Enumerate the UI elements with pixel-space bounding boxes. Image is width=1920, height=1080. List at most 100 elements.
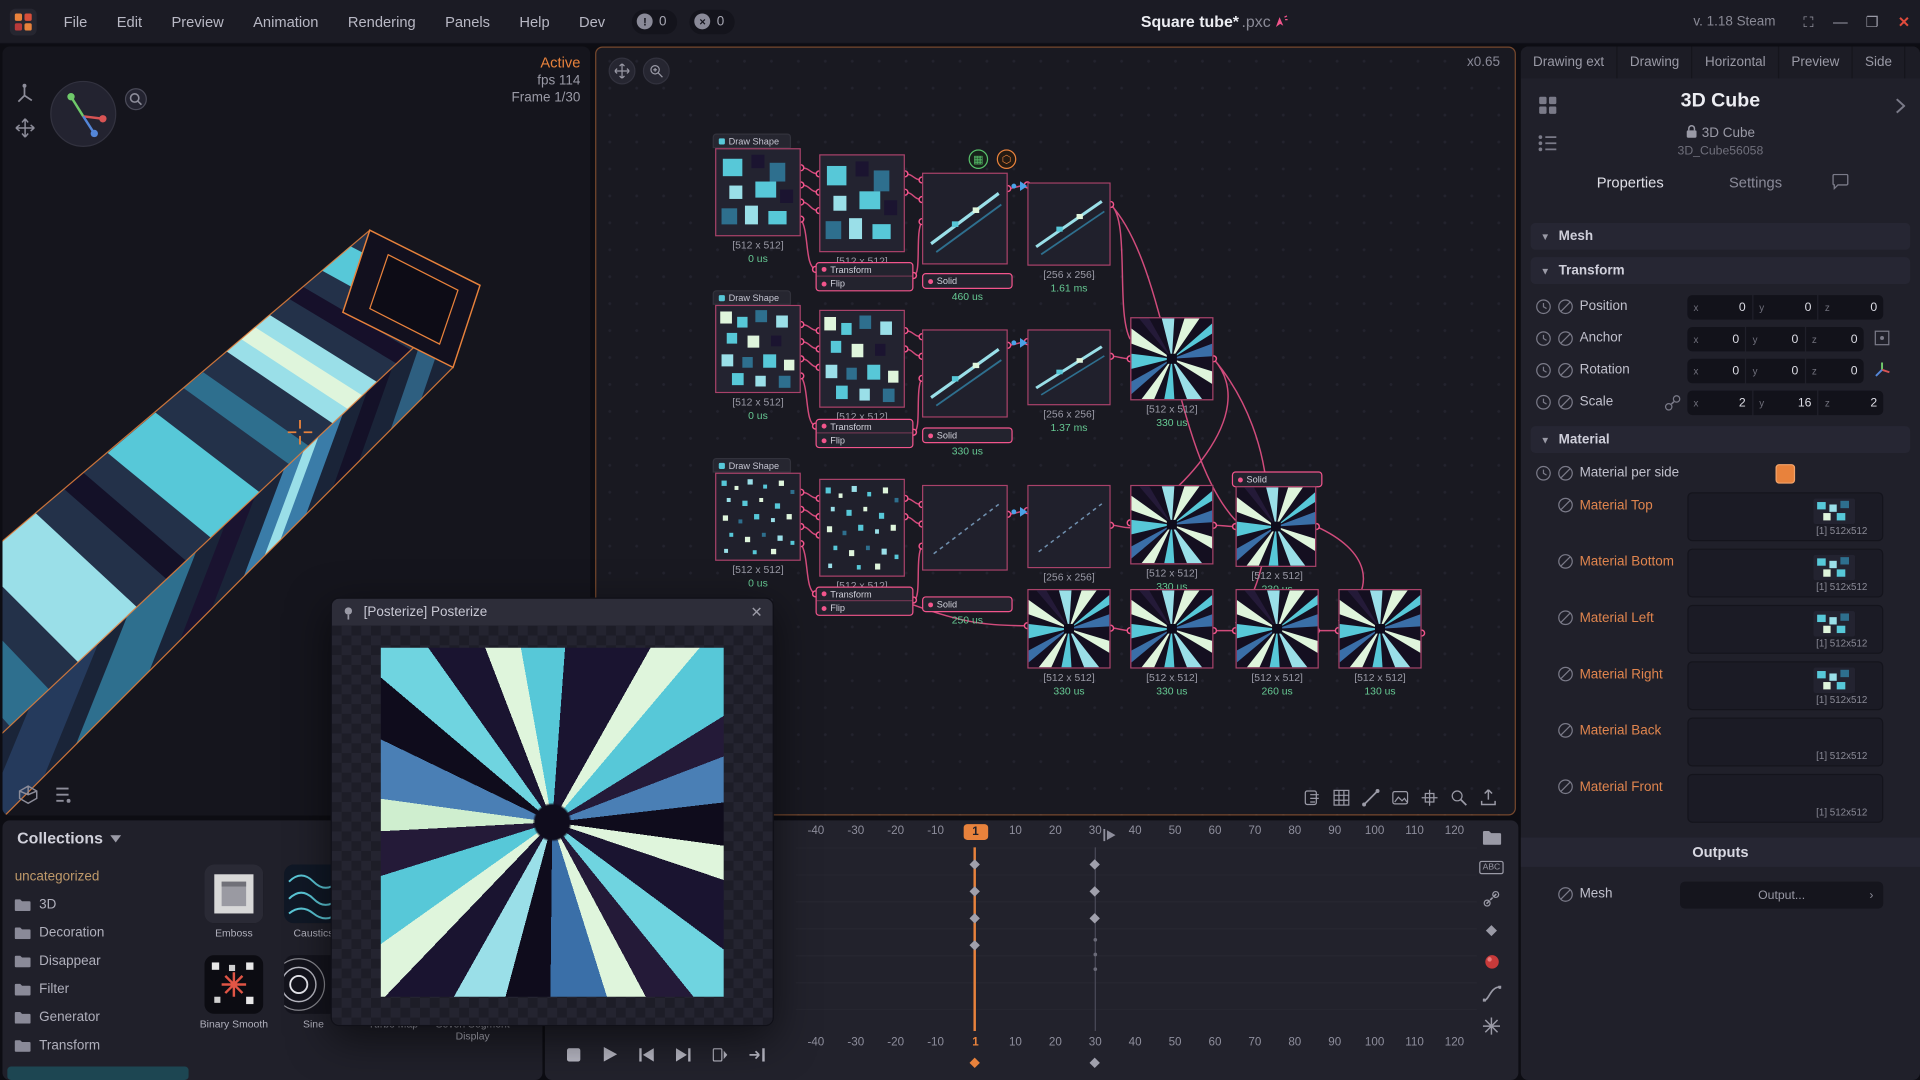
tab-properties[interactable]: Properties bbox=[1597, 174, 1664, 191]
tick[interactable]: 90 bbox=[1315, 1036, 1355, 1049]
preview-toggle-icon[interactable]: ▦ bbox=[969, 149, 989, 169]
value-y[interactable]: 0 bbox=[1792, 332, 1799, 345]
node-thumb-r2c2[interactable] bbox=[819, 310, 905, 408]
pen-icon[interactable] bbox=[1362, 789, 1380, 807]
keyframe-dot[interactable] bbox=[1093, 953, 1097, 957]
dope-sheet[interactable] bbox=[796, 847, 1477, 1031]
node-thumb-r2c1[interactable] bbox=[715, 305, 801, 393]
material-back-input[interactable]: [1] 512x512 bbox=[1687, 718, 1883, 767]
orientation-gizmo[interactable] bbox=[50, 81, 116, 147]
collections-item-partial[interactable] bbox=[7, 1067, 188, 1080]
node-thumb-r2c3[interactable] bbox=[922, 329, 1008, 417]
tick[interactable]: -10 bbox=[916, 824, 956, 840]
image-icon[interactable] bbox=[1391, 789, 1409, 807]
node-thumb-r1c4[interactable] bbox=[1027, 182, 1110, 265]
table-icon[interactable] bbox=[1332, 789, 1350, 807]
node-thumb-r4c2[interactable] bbox=[1130, 589, 1213, 669]
node-transform-flip-r3[interactable]: Transform Flip bbox=[816, 587, 914, 616]
node-solid-r3[interactable]: Solid bbox=[922, 596, 1013, 612]
value-z[interactable]: 0 bbox=[1851, 332, 1858, 345]
tick[interactable]: 70 bbox=[1235, 824, 1275, 840]
tab-horizontal[interactable]: Horizontal bbox=[1693, 47, 1779, 79]
node-header-draw-shape[interactable]: Draw Shape bbox=[713, 133, 791, 148]
menu-edit[interactable]: Edit bbox=[102, 0, 157, 43]
node-thumb-r1c1[interactable] bbox=[715, 148, 801, 236]
rotation-input[interactable]: x0 y0 z0 bbox=[1687, 359, 1863, 383]
node-thumb-r1c3[interactable] bbox=[922, 173, 1008, 265]
viewport-zoom-icon[interactable] bbox=[124, 87, 148, 111]
no-anim-icon[interactable] bbox=[1558, 362, 1574, 378]
history-icon[interactable] bbox=[1536, 394, 1552, 410]
tick[interactable]: 10 bbox=[995, 1036, 1035, 1049]
section-transform[interactable]: ▼Transform bbox=[1531, 257, 1911, 284]
comment-icon[interactable] bbox=[1832, 174, 1849, 190]
collections-header[interactable]: Collections bbox=[17, 829, 121, 847]
tab-drawing-ext[interactable]: Drawing ext bbox=[1521, 47, 1618, 79]
menu-rendering[interactable]: Rendering bbox=[333, 0, 430, 43]
close-button[interactable]: ✕ bbox=[1888, 0, 1920, 43]
text-tool-icon[interactable]: ABC bbox=[1479, 861, 1504, 874]
step-back-button[interactable] bbox=[707, 1041, 734, 1068]
step-forward-button[interactable] bbox=[743, 1041, 770, 1068]
input-socket-icon[interactable] bbox=[1558, 722, 1574, 738]
no-anim-icon[interactable] bbox=[1558, 465, 1574, 481]
node-solid-r1[interactable]: Solid bbox=[922, 273, 1013, 289]
first-frame-button[interactable] bbox=[633, 1041, 660, 1068]
value-z[interactable]: 2 bbox=[1870, 396, 1877, 409]
record-icon[interactable] bbox=[1483, 954, 1499, 970]
node-thumb-r3c2[interactable] bbox=[819, 479, 905, 577]
tick[interactable]: 100 bbox=[1355, 1036, 1395, 1049]
fullscreen-button[interactable]: ⛶ bbox=[1793, 0, 1825, 43]
node-card-emboss[interactable]: Emboss bbox=[196, 864, 272, 939]
tick[interactable]: 60 bbox=[1195, 1036, 1235, 1049]
collections-item-uncategorized[interactable]: uncategorized bbox=[15, 869, 100, 884]
output-dropdown[interactable]: Output... › bbox=[1680, 882, 1883, 909]
stop-button[interactable] bbox=[560, 1041, 587, 1068]
posterize-preview-window[interactable]: [Posterize] Posterize ✕ bbox=[331, 598, 774, 1027]
collections-folder-decoration[interactable]: Decoration bbox=[15, 926, 105, 941]
posterize-canvas[interactable] bbox=[332, 626, 773, 1025]
node-thumb-r4c4[interactable] bbox=[1338, 589, 1421, 669]
menu-panels[interactable]: Panels bbox=[430, 0, 504, 43]
value-y[interactable]: 0 bbox=[1792, 364, 1799, 377]
history-icon[interactable] bbox=[1536, 299, 1552, 315]
input-socket-icon[interactable] bbox=[1558, 610, 1574, 626]
zoom-button[interactable] bbox=[643, 58, 670, 85]
playhead-chip[interactable]: 1 bbox=[963, 824, 987, 840]
per-side-toggle-swatch[interactable] bbox=[1776, 464, 1796, 484]
keyframe-dot[interactable] bbox=[1093, 967, 1097, 971]
close-icon[interactable]: ✕ bbox=[751, 604, 763, 621]
tick[interactable]: 40 bbox=[1115, 824, 1155, 840]
node-thumb-r3c4[interactable] bbox=[1027, 485, 1110, 568]
keyframe-dot[interactable] bbox=[1093, 938, 1097, 942]
node-transform-flip-r2[interactable]: Transform Flip bbox=[816, 419, 914, 448]
timeline-ruler-top[interactable]: -40 -30 -20 -10 1 10 20 30 40 50 60 70 8… bbox=[796, 824, 1477, 840]
tick[interactable]: 30 bbox=[1075, 1036, 1115, 1049]
value-x[interactable]: 0 bbox=[1732, 364, 1739, 377]
axis-tool-icon[interactable] bbox=[15, 83, 36, 104]
node-transform-flip-r1[interactable]: Transform Flip bbox=[816, 262, 914, 291]
scale-input[interactable]: x2 y16 z2 bbox=[1687, 391, 1883, 415]
menu-animation[interactable]: Animation bbox=[238, 0, 333, 43]
playhead-tick[interactable]: 1 bbox=[956, 1036, 996, 1049]
position-input[interactable]: x0 y0 z0 bbox=[1687, 295, 1883, 319]
no-anim-icon[interactable] bbox=[1558, 331, 1574, 347]
no-anim-icon[interactable] bbox=[1558, 394, 1574, 410]
grid-snap-icon[interactable] bbox=[1420, 789, 1438, 807]
tick[interactable]: 50 bbox=[1155, 1036, 1195, 1049]
history-icon[interactable] bbox=[1536, 362, 1552, 378]
node-solid-r3c6[interactable]: Solid bbox=[1232, 471, 1323, 487]
tick[interactable]: -40 bbox=[796, 1036, 836, 1049]
tab-settings[interactable]: Settings bbox=[1729, 174, 1782, 191]
pan-button[interactable] bbox=[609, 58, 636, 85]
value-y[interactable]: 0 bbox=[1805, 301, 1812, 314]
node-thumb-r3c6[interactable] bbox=[1236, 486, 1317, 567]
tick[interactable]: 20 bbox=[1035, 1036, 1075, 1049]
tick[interactable]: 100 bbox=[1355, 824, 1395, 840]
menu-preview[interactable]: Preview bbox=[157, 0, 239, 43]
section-mesh[interactable]: ▼Mesh bbox=[1531, 223, 1911, 250]
menu-help[interactable]: Help bbox=[505, 0, 565, 43]
move-tool-icon[interactable] bbox=[15, 118, 36, 139]
node-header-draw-shape[interactable]: Draw Shape bbox=[713, 458, 791, 473]
timeline-ruler-bottom[interactable]: -40 -30 -20 -10 1 10 20 30 40 50 60 70 8… bbox=[796, 1036, 1477, 1049]
